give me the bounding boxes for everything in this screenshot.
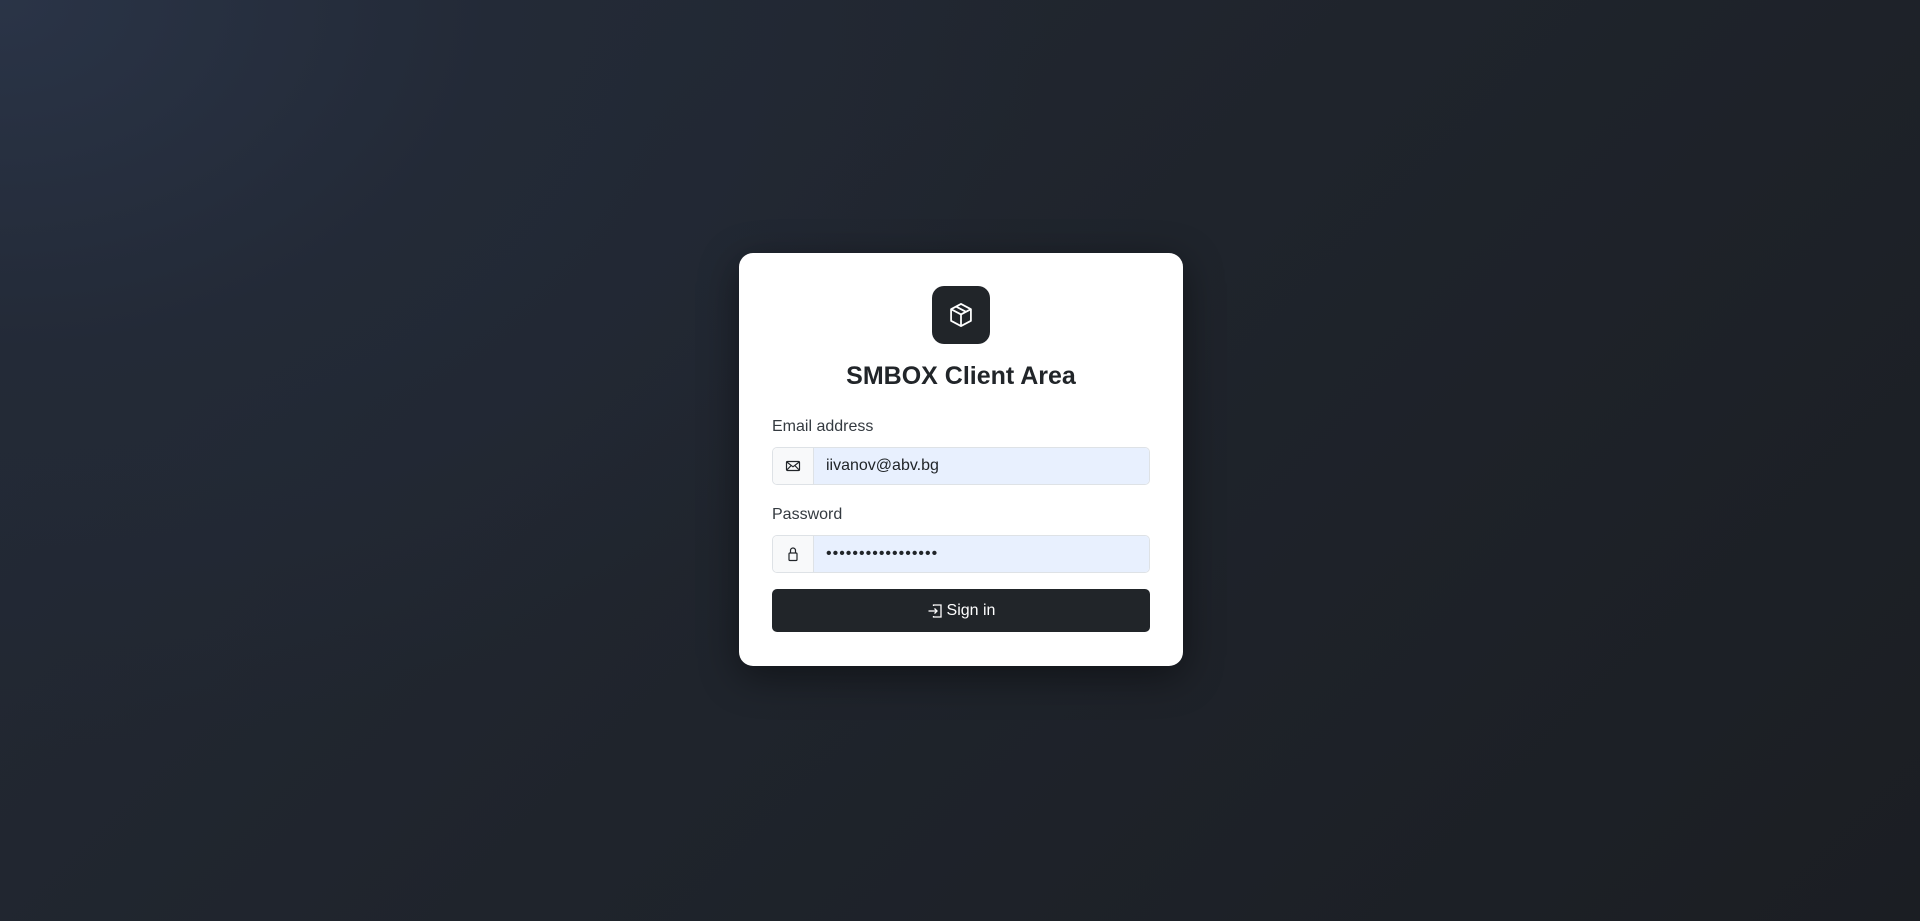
lock-icon <box>773 536 814 572</box>
logo <box>932 286 990 344</box>
password-input-group <box>772 535 1150 573</box>
sign-in-icon <box>927 603 943 619</box>
envelope-icon <box>773 448 814 484</box>
email-field[interactable] <box>814 448 1149 484</box>
box-icon <box>947 301 975 329</box>
page-title: SMBOX Client Area <box>846 362 1076 390</box>
login-card: SMBOX Client Area Email address Password <box>739 253 1183 666</box>
password-field[interactable] <box>814 536 1149 572</box>
password-label: Password <box>772 506 843 523</box>
sign-in-label: Sign in <box>946 601 996 619</box>
sign-in-button[interactable]: Sign in <box>772 589 1150 632</box>
email-input-group <box>772 447 1150 485</box>
email-label: Email address <box>772 418 874 435</box>
